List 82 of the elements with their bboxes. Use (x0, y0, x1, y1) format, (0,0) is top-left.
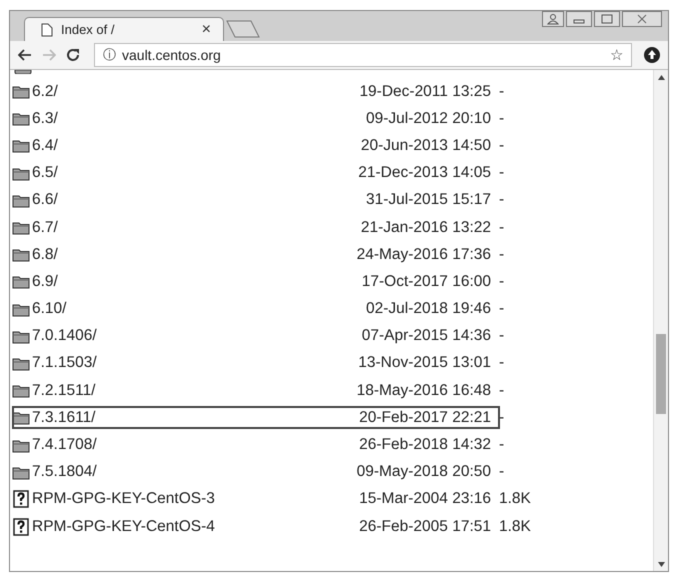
folder-icon (12, 220, 30, 236)
modified-date: 21-Jan-2016 13:22 (360, 218, 491, 237)
maximize-button[interactable] (594, 11, 620, 27)
folder-icon (12, 138, 30, 154)
folder-icon (12, 328, 30, 344)
file-link[interactable]: 6.2/ (32, 82, 327, 101)
modified-date: 18-May-2016 16:48 (356, 382, 491, 400)
modified-date: 24-May-2016 17:36 (356, 246, 491, 264)
address-bar[interactable]: ⓘ vault.centos.org ☆ (94, 43, 632, 67)
folder-icon (12, 274, 30, 290)
file-size: - (499, 110, 506, 128)
file-size: - (499, 300, 506, 318)
modified-date: 20-Feb-2017 22:21 (358, 408, 491, 427)
file-size: - (499, 82, 506, 101)
folder-icon (12, 192, 30, 208)
file-link[interactable]: 6.4/ (32, 136, 327, 155)
file-link[interactable]: 7.5.1804/ (32, 463, 327, 482)
folder-icon (12, 356, 30, 371)
file-link[interactable]: RPM-GPG-KEY-CentOS-4 (32, 518, 327, 536)
file-link[interactable]: 6.10/ (32, 300, 327, 318)
folder-icon (14, 70, 32, 74)
folder-icon (12, 438, 30, 453)
modified-date: 19-Dec-2011 13:25 (358, 82, 491, 101)
page-icon (41, 22, 53, 36)
file-size: 1.8K (499, 518, 531, 536)
file-link[interactable]: 6.8/ (32, 246, 327, 264)
folder-icon (12, 464, 30, 480)
file-link[interactable]: 7.4.1708/ (32, 436, 327, 454)
file-size: - (499, 354, 506, 372)
extension-icon[interactable] (644, 47, 660, 63)
modified-date: 09-May-2018 20:50 (356, 463, 491, 482)
folder-icon (12, 383, 30, 398)
modified-date: 17-Oct-2017 16:00 (360, 272, 491, 291)
modified-date: 31-Jul-2015 15:17 (365, 191, 491, 210)
modified-date: 13-Nov-2015 13:01 (357, 354, 491, 372)
modified-date: 20-Jun-2013 14:50 (360, 136, 491, 155)
close-button[interactable] (622, 11, 662, 27)
file-link[interactable]: 6.5/ (32, 164, 327, 182)
file-size: - (499, 436, 506, 454)
file-link[interactable]: 6.7/ (32, 218, 327, 237)
file-link[interactable]: 7.0.1406/ (32, 327, 327, 346)
file-size: - (499, 218, 506, 237)
file-link[interactable]: 7.1.1503/ (32, 354, 327, 372)
back-button[interactable] (18, 49, 32, 61)
file-link[interactable]: 7.3.1611/ (32, 408, 327, 427)
folder-icon (12, 247, 30, 262)
minimize-button[interactable] (566, 11, 592, 27)
file-link[interactable]: 6.3/ (32, 110, 327, 128)
file-link[interactable]: 7.2.1511/ (32, 382, 327, 400)
file-size: - (499, 246, 506, 264)
new-tab-button[interactable] (226, 20, 260, 38)
scrollbar[interactable] (653, 70, 668, 571)
file-link[interactable]: 6.6/ (32, 191, 327, 210)
modified-date: 15-Mar-2004 23:16 (358, 490, 491, 508)
modified-date: 21-Dec-2013 14:05 (357, 164, 491, 182)
file-size: - (499, 191, 506, 210)
file-link[interactable]: RPM-GPG-KEY-CentOS-3 (32, 490, 327, 508)
file-size: - (499, 382, 506, 400)
file-size: 1.8K (499, 490, 531, 508)
file-size: - (499, 463, 506, 482)
browser-tab[interactable]: Index of / × (24, 17, 224, 41)
modified-date: 02-Jul-2018 19:46 (365, 300, 491, 318)
folder-icon (12, 302, 30, 317)
scroll-thumb[interactable] (656, 334, 666, 414)
file-size: - (499, 164, 506, 182)
user-icon[interactable] (542, 11, 564, 27)
bookmark-star-icon[interactable]: ☆ (610, 46, 623, 64)
reload-icon[interactable] (66, 48, 80, 62)
info-icon[interactable]: ⓘ (103, 46, 116, 64)
folder-icon (12, 166, 30, 181)
file-size: - (499, 272, 506, 291)
file-size: - (499, 136, 506, 155)
folder-icon (12, 410, 30, 426)
file-size: - (499, 327, 506, 346)
file-link[interactable]: 6.9/ (32, 272, 327, 291)
close-tab-button[interactable]: × (202, 20, 211, 38)
modified-date: 09-Jul-2012 20:10 (365, 110, 491, 128)
folder-icon (12, 84, 30, 100)
modified-date: 07-Apr-2015 14:36 (360, 327, 491, 346)
modified-date: 26-Feb-2018 14:32 (358, 436, 491, 454)
folder-icon (12, 111, 30, 126)
modified-date: 26-Feb-2005 17:51 (358, 518, 491, 536)
